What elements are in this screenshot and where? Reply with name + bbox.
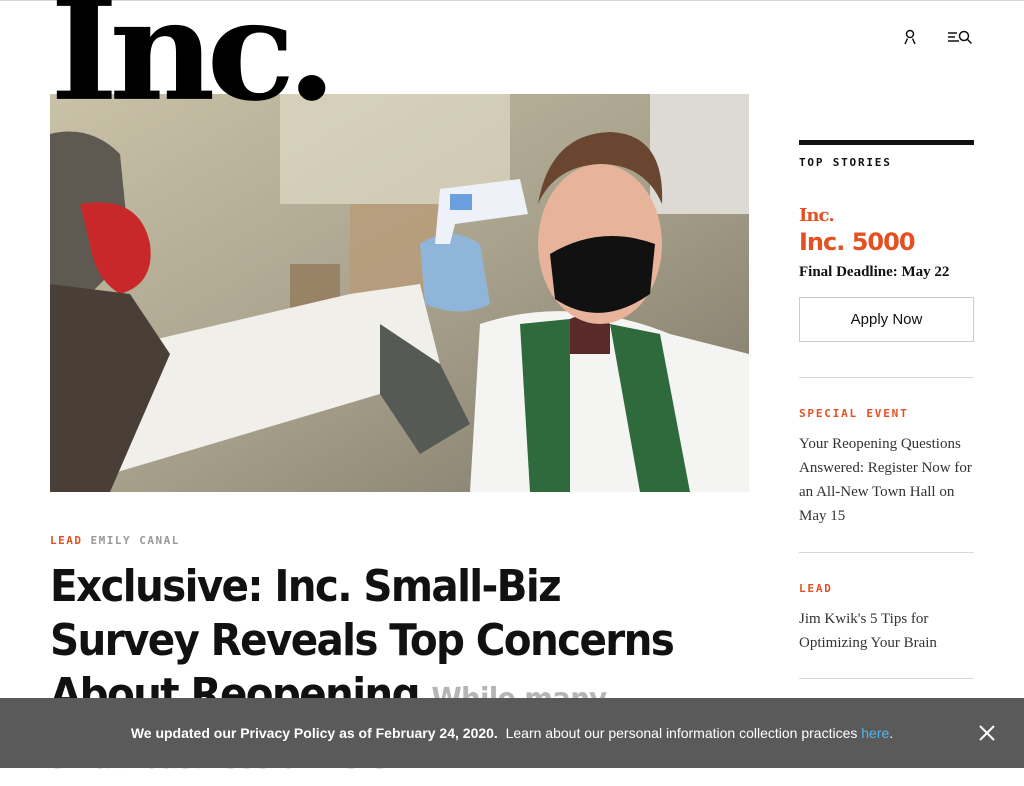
privacy-banner: We updated our Privacy Policy as of Febr…: [0, 698, 1024, 768]
sidebar-divider: [799, 678, 974, 679]
sidebar-title: TOP STORIES: [799, 156, 892, 169]
privacy-policy-link[interactable]: here: [861, 725, 889, 741]
article-meta: LEAD EMILY CANAL: [50, 534, 180, 547]
privacy-banner-text: Learn about our personal information col…: [505, 725, 858, 741]
story-kicker[interactable]: SPECIAL EVENT: [799, 407, 974, 420]
story-link[interactable]: Jim Kwik's 5 Tips for Optimizing Your Br…: [799, 607, 974, 655]
hero-image[interactable]: [50, 94, 749, 492]
article-author[interactable]: EMILY CANAL: [91, 534, 180, 547]
sidebar-rule: [799, 140, 974, 145]
story-kicker[interactable]: LEAD: [799, 582, 974, 595]
promo-brand-logo[interactable]: Inc.: [799, 205, 974, 226]
sidebar-divider: [799, 552, 974, 553]
menu-search-icon[interactable]: [946, 28, 974, 46]
inc-logo[interactable]: Inc.: [50, 0, 337, 121]
user-icon[interactable]: [896, 28, 924, 46]
privacy-banner-end: .: [889, 725, 894, 741]
article-kicker[interactable]: LEAD: [50, 534, 83, 547]
close-icon[interactable]: [978, 724, 996, 742]
promo-deadline: Final Deadline: May 22: [799, 264, 950, 280]
top-stories-sidebar: TOP STORIES Inc. Inc. 5000 Final Deadlin…: [799, 140, 974, 679]
promo-title[interactable]: Inc. 5000: [799, 228, 974, 256]
apply-now-button[interactable]: Apply Now: [799, 297, 974, 342]
story-link[interactable]: Your Reopening Questions Answered: Regis…: [799, 432, 974, 528]
privacy-banner-bold: We updated our Privacy Policy as of Febr…: [130, 725, 498, 741]
header-actions: [896, 28, 974, 46]
sidebar-divider: [799, 377, 974, 378]
